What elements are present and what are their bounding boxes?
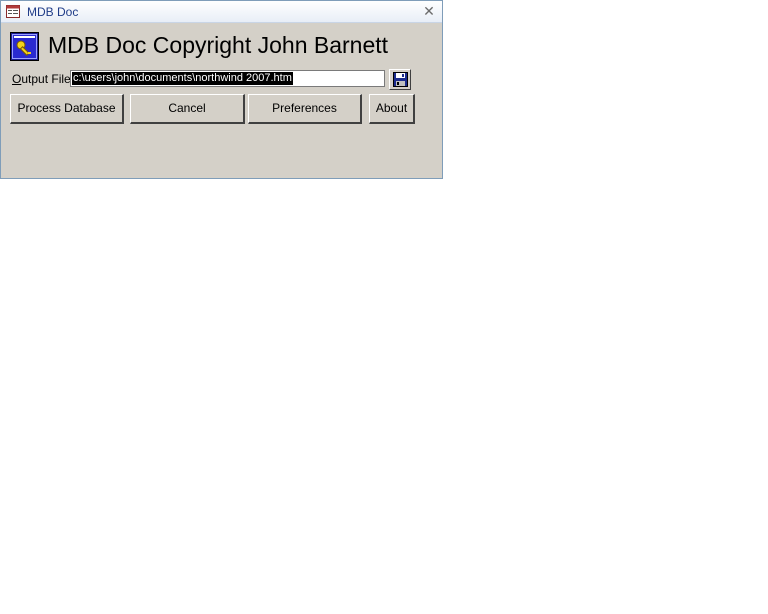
page-title: MDB Doc Copyright John Barnett	[48, 32, 389, 58]
output-file-field[interactable]: c:\users\john\documents\northwind 2007.h…	[70, 70, 385, 87]
mdb-doc-window: MDB Doc ✕ MDB Doc Copyright John Barnett…	[0, 0, 443, 179]
output-file-label-text: utput File:	[21, 72, 75, 86]
title-bar[interactable]: MDB Doc ✕	[1, 1, 442, 23]
database-key-icon	[10, 32, 39, 61]
output-file-value: c:\users\john\documents\northwind 2007.h…	[72, 72, 293, 85]
form-icon	[6, 5, 20, 18]
close-icon[interactable]: ✕	[420, 3, 438, 21]
window-title: MDB Doc	[27, 5, 79, 19]
process-database-button[interactable]: Process Database	[10, 94, 124, 124]
preferences-button[interactable]: Preferences	[248, 94, 362, 124]
about-button[interactable]: About	[369, 94, 415, 124]
cancel-button[interactable]: Cancel	[130, 94, 245, 124]
output-file-label-accelerator: O	[12, 72, 22, 86]
output-file-label: Output File:	[12, 72, 74, 86]
browse-save-button[interactable]	[389, 69, 411, 90]
